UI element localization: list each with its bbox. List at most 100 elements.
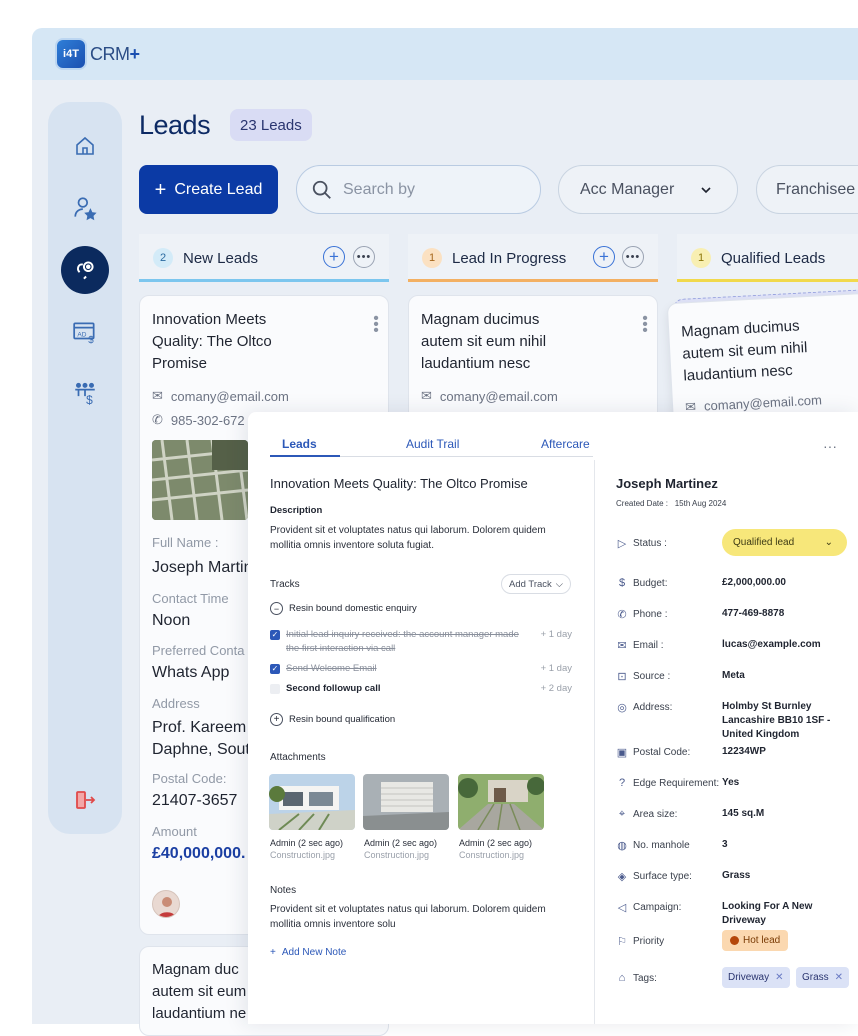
- card-title: Magnam duc autem sit eum laudantium ne: [152, 961, 247, 1022]
- status-value: Qualified lead: [733, 537, 795, 548]
- app-logo[interactable]: i4T: [55, 38, 87, 70]
- track-group[interactable]: − Resin bound domestic enquiry: [270, 602, 572, 616]
- priority-badge[interactable]: Hot lead: [722, 930, 789, 951]
- card-image: [152, 440, 248, 520]
- amount-label: Amount: [152, 824, 197, 839]
- acc-manager-label: Acc Manager: [580, 180, 675, 198]
- budget-value: £2,000,000.00: [722, 577, 786, 588]
- budget-row: $ Budget:: [616, 575, 668, 591]
- top-bar: [32, 28, 858, 80]
- card-email: ✉ comany@email.com: [152, 388, 289, 404]
- full-name-value: Joseph Martin: [152, 559, 253, 576]
- add-track-button[interactable]: Add Track ⌵: [501, 574, 571, 594]
- column-accent-line: [139, 279, 389, 282]
- logout-icon[interactable]: [61, 776, 109, 824]
- surface-value: Grass: [722, 870, 751, 881]
- attachments-label: Attachments: [270, 752, 326, 763]
- email-row: ✉ Email :: [617, 639, 664, 652]
- campaign-row: ◁ Campaign:: [617, 901, 682, 914]
- tab-audit-trail[interactable]: Audit Trail: [406, 437, 459, 451]
- postal-icon: ▣: [616, 746, 628, 759]
- add-lead-icon[interactable]: +: [323, 246, 345, 268]
- leads-count-badge: 23 Leads: [230, 109, 312, 141]
- chevron-down-icon: [701, 186, 711, 193]
- column-count: 1: [691, 248, 711, 268]
- checkbox-checked-icon[interactable]: ✓: [270, 630, 280, 640]
- close-icon[interactable]: ✕: [775, 972, 783, 983]
- create-lead-label: Create Lead: [174, 180, 263, 198]
- create-lead-button[interactable]: + Create Lead: [139, 165, 278, 214]
- phone-icon: ✆: [617, 608, 627, 621]
- surface-row: ◈ Surface type:: [617, 870, 692, 883]
- area-value: 145 sq.M: [722, 808, 765, 819]
- contact-name: Joseph Martinez: [616, 476, 718, 491]
- column-accent-line: [677, 279, 858, 282]
- track-group[interactable]: + Resin bound qualification: [270, 713, 572, 727]
- edge-row: ? Edge Requirement:: [616, 775, 719, 791]
- fire-icon: [730, 936, 739, 945]
- priority-icon: ⚐: [617, 935, 627, 948]
- panel-divider: [594, 460, 595, 1024]
- leads-icon[interactable]: [61, 246, 109, 294]
- chevron-down-icon: ⌵: [555, 578, 563, 590]
- search-placeholder: Search by: [343, 180, 416, 198]
- notes-label: Notes: [270, 885, 297, 896]
- mail-icon: ✉: [421, 388, 432, 403]
- preferred-contact-value: Whats App: [152, 664, 230, 681]
- attachment-thumbnail[interactable]: [269, 774, 355, 830]
- more-options-icon[interactable]: •••: [622, 246, 644, 268]
- checkbox-checked-icon[interactable]: ✓: [270, 664, 280, 674]
- address-label: Address: [152, 696, 200, 711]
- tag-icon: ⌂: [618, 972, 626, 984]
- franchise-dollar-icon[interactable]: $: [61, 370, 109, 418]
- tag-label: Driveway: [728, 972, 770, 983]
- tag-chip[interactable]: Driveway ✕: [722, 967, 790, 988]
- more-options-icon[interactable]: ···: [823, 438, 837, 454]
- column-title: Lead In Progress: [452, 249, 567, 267]
- column-title: Qualified Leads: [721, 249, 826, 267]
- preferred-contact-label: Preferred Conta: [152, 643, 245, 658]
- add-lead-icon[interactable]: +: [593, 246, 615, 268]
- add-note-button[interactable]: + Add New Note: [270, 947, 346, 958]
- ads-dollar-icon[interactable]: AD $: [61, 308, 109, 356]
- source-row: ⊡ Source :: [617, 670, 671, 683]
- add-note-label: Add New Note: [281, 947, 347, 958]
- card-title: Magnam ducimus autem sit eum nihil laudant…: [680, 317, 808, 385]
- status-flag-icon: ▷: [617, 537, 627, 550]
- home-icon[interactable]: [61, 122, 109, 170]
- lead-title: Innovation Meets Quality: The Oltco Prom…: [270, 476, 528, 491]
- card-menu-icon[interactable]: • • •: [642, 311, 648, 339]
- card-email: ✉ comany@email.com: [421, 388, 558, 404]
- more-options-icon[interactable]: •••: [353, 246, 375, 268]
- track-item[interactable]: Second followup call + 2 day: [270, 682, 572, 696]
- address-value: Prof. Kareem Daphne, Sout: [152, 719, 250, 758]
- layers-icon: ◈: [617, 870, 627, 883]
- card-menu-icon[interactable]: • • •: [373, 311, 379, 339]
- avatar[interactable]: [152, 890, 180, 918]
- column-in-progress-header: 1 Lead In Progress: [408, 234, 658, 282]
- attachment-thumbnail[interactable]: [458, 774, 544, 830]
- search-input[interactable]: Search by: [296, 165, 541, 214]
- phone-row: ✆ Phone :: [617, 608, 668, 621]
- franchisee-label: Franchisee: [776, 180, 856, 198]
- track-item[interactable]: ✓ Send Welcome Email + 1 day: [270, 662, 572, 676]
- svg-text:AD: AD: [77, 331, 86, 338]
- tab-aftercare[interactable]: Aftercare: [541, 437, 590, 451]
- column-qualified-header: 1 Qualified Leads: [677, 234, 858, 282]
- phone-value: 477-469-8878: [722, 608, 785, 619]
- plus-circle-icon: +: [270, 713, 283, 726]
- column-count: 2: [153, 248, 173, 268]
- checkbox-empty-icon[interactable]: [270, 684, 280, 694]
- franchisee-dropdown[interactable]: Franchisee: [756, 165, 858, 214]
- acc-manager-dropdown[interactable]: Acc Manager: [558, 165, 738, 214]
- svg-text:$: $: [88, 335, 94, 345]
- column-title: New Leads: [183, 249, 259, 267]
- user-star-icon[interactable]: [61, 184, 109, 232]
- attachment-thumbnail[interactable]: [363, 774, 449, 830]
- track-item[interactable]: ✓ Initial lead inquiry received: the acc…: [270, 628, 572, 656]
- tag-chip[interactable]: Grass ✕: [796, 967, 850, 988]
- status-dropdown[interactable]: Qualified lead ⌄: [722, 529, 847, 556]
- close-icon[interactable]: ✕: [835, 972, 843, 983]
- area-row: ⌖ Area size:: [616, 806, 678, 822]
- tab-leads[interactable]: Leads: [282, 437, 317, 451]
